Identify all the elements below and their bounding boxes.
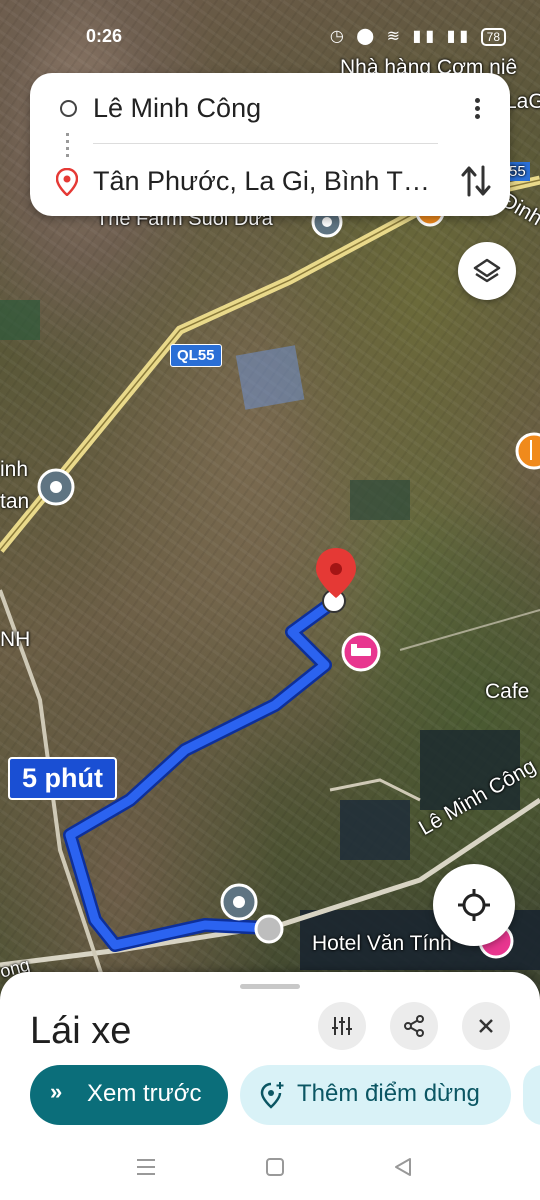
route-options-button[interactable] [318, 1002, 366, 1050]
route-eta-badge[interactable]: 5 phút [8, 757, 117, 800]
hotel-pin-icon [341, 632, 381, 672]
divider [93, 143, 438, 144]
route-start-marker [254, 914, 284, 944]
add-location-icon [260, 1082, 284, 1109]
more-options-button[interactable] [472, 95, 482, 125]
crosshair-icon [458, 889, 490, 921]
layers-icon [473, 258, 501, 283]
destination-pin-icon [56, 168, 78, 196]
water-patch [340, 800, 410, 860]
destination-input[interactable]: Tân Phước, La Gi, Bình Th... [93, 166, 438, 197]
restaurant-pin-icon [515, 432, 540, 470]
road [399, 609, 540, 651]
battery-indicator: 78 [480, 28, 506, 46]
layers-button[interactable] [458, 242, 516, 300]
map-label: LaG [505, 90, 540, 113]
route-dots-icon [66, 133, 69, 159]
field-patch [235, 345, 305, 410]
swap-icon[interactable] [460, 163, 492, 199]
place-pin-icon [220, 883, 258, 921]
field-patch [0, 300, 40, 340]
location-icon: ⬤ [356, 28, 379, 45]
origin-circle-icon [60, 100, 77, 117]
status-icons: ◷ ⬤ ≋ ▮▮ ▮▮ 78 [330, 26, 506, 46]
preview-label: Xem trước [87, 1080, 202, 1107]
map-label: Cafe [485, 680, 530, 703]
more-actions-chip[interactable] [523, 1065, 540, 1125]
directions-card: Lê Minh Công Tân Phước, La Gi, Bình Th..… [30, 73, 510, 216]
road [329, 778, 421, 802]
alarm-icon: ◷ [329, 28, 348, 45]
home-icon[interactable] [264, 1156, 286, 1178]
share-icon [404, 1015, 424, 1037]
signal-icon: ▮▮ [446, 28, 473, 45]
system-nav-bar [0, 1140, 540, 1200]
road-shield: QL55 [170, 344, 222, 367]
origin-input[interactable]: Lê Minh Công [93, 93, 261, 124]
signal-icon: ▮▮ [412, 28, 439, 45]
back-icon[interactable] [392, 1156, 414, 1178]
sliders-icon [332, 1017, 352, 1035]
wifi-icon: ≋ [386, 28, 405, 45]
my-location-button[interactable] [433, 864, 515, 946]
status-time: 0:26 [86, 26, 123, 46]
sheet-drag-handle[interactable] [240, 984, 300, 989]
share-button[interactable] [390, 1002, 438, 1050]
close-icon [479, 1019, 493, 1033]
field-patch [350, 480, 410, 520]
preview-button[interactable]: » Xem trước [30, 1065, 228, 1125]
map-label: inh [0, 458, 29, 481]
recents-icon[interactable] [135, 1156, 157, 1178]
place-pin-icon [37, 468, 75, 506]
close-button[interactable] [462, 1002, 510, 1050]
add-stop-label: Thêm điểm dừng [297, 1080, 480, 1107]
map-label: Hotel Văn Tính [312, 932, 452, 955]
status-bar: 0:26 ◷ ⬤ ≋ ▮▮ ▮▮ 78 [0, 0, 540, 70]
double-chevron-icon: » [50, 1079, 63, 1104]
add-stop-button[interactable]: Thêm điểm dừng [240, 1065, 511, 1125]
travel-mode-title: Lái xe [30, 1010, 132, 1052]
map-label: tan [0, 490, 30, 513]
map-label: NH [0, 628, 31, 651]
